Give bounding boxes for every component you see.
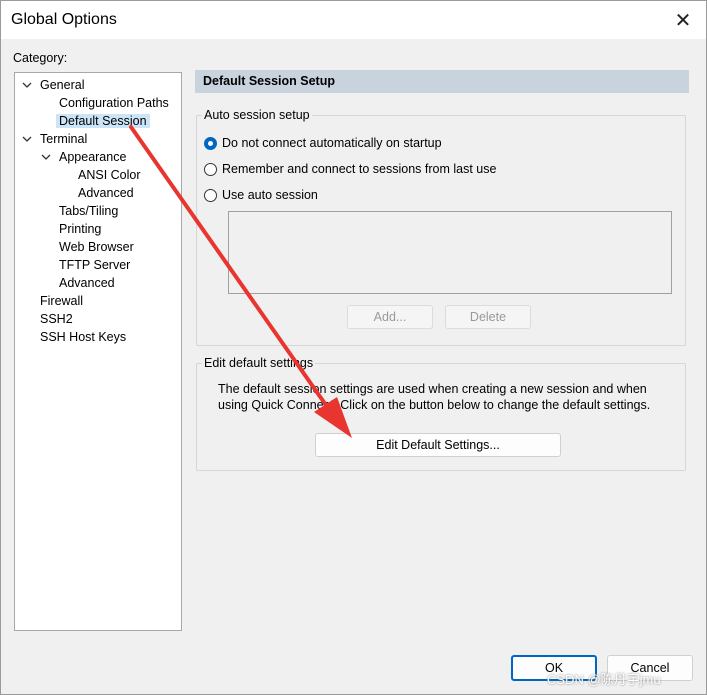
- section-header-title: Default Session Setup: [203, 74, 335, 88]
- tree-item-appearance[interactable]: Appearance: [59, 148, 126, 166]
- close-button[interactable]: ✕: [660, 1, 706, 39]
- tree-item-ansi-color[interactable]: ANSI Color: [78, 166, 141, 184]
- tree-item-tabs-tiling[interactable]: Tabs/Tiling: [59, 202, 118, 220]
- tree-item-label: ANSI Color: [78, 168, 141, 182]
- chevron-down-icon[interactable]: [21, 130, 33, 148]
- edit-default-settings-button[interactable]: Edit Default Settings...: [315, 433, 561, 457]
- auto-session-group-title: Auto session setup: [202, 108, 312, 122]
- tree-item-label: Appearance: [59, 150, 127, 164]
- radio-label: Do not connect automatically on startup: [222, 136, 442, 150]
- radio-label: Remember and connect to sessions from la…: [222, 162, 497, 176]
- window-title: Global Options: [11, 11, 117, 28]
- tree-item-label: Terminal: [40, 132, 88, 146]
- tree-item-general[interactable]: General: [40, 76, 84, 94]
- chevron-down-icon[interactable]: [40, 148, 52, 166]
- edit-default-settings-label: Edit Default Settings...: [376, 438, 500, 452]
- tree-item-firewall[interactable]: Firewall: [40, 292, 83, 310]
- watermark-text: CSDN @陈丹宇jmu: [547, 672, 661, 687]
- tree-item-default-session[interactable]: Default Session: [56, 112, 150, 130]
- radio-do-not-connect[interactable]: Do not connect automatically on startup: [204, 136, 442, 150]
- edit-defaults-group-title: Edit default settings: [202, 356, 316, 370]
- tree-item-label: Firewall: [40, 294, 84, 308]
- tree-item-label: TFTP Server: [59, 258, 131, 272]
- auto-session-list[interactable]: [228, 211, 672, 294]
- tree-item-terminal[interactable]: Terminal: [40, 130, 87, 148]
- tree-item-label: Printing: [59, 222, 102, 236]
- tree-item-label: SSH Host Keys: [40, 330, 127, 344]
- tree-item-label: Default Session: [56, 114, 150, 128]
- tree-item-terminal-advanced[interactable]: Advanced: [59, 274, 115, 292]
- add-button-label: Add...: [373, 310, 407, 324]
- tree-item-label: SSH2: [40, 312, 73, 326]
- tree-item-web-browser[interactable]: Web Browser: [59, 238, 134, 256]
- tree-item-label: Advanced: [59, 276, 115, 290]
- delete-button-label: Delete: [469, 310, 507, 324]
- tree-item-label: Configuration Paths: [59, 96, 169, 110]
- tree-item-ssh-host-keys[interactable]: SSH Host Keys: [40, 328, 126, 346]
- tree-item-label: General: [40, 78, 85, 92]
- radio-unchecked-icon: [204, 162, 217, 176]
- edit-defaults-description: The default session settings are used wh…: [218, 382, 651, 412]
- section-header: Default Session Setup: [195, 70, 689, 93]
- add-button[interactable]: Add...: [347, 305, 433, 329]
- tree-item-label: Tabs/Tiling: [59, 204, 119, 218]
- global-options-dialog: Global Options ✕ Category: General Confi…: [0, 0, 707, 695]
- tree-item-appearance-advanced[interactable]: Advanced: [78, 184, 134, 202]
- tree-item-tftp-server[interactable]: TFTP Server: [59, 256, 130, 274]
- radio-label: Use auto session: [222, 188, 318, 202]
- radio-use-auto-session[interactable]: Use auto session: [204, 188, 318, 202]
- tree-item-label: Advanced: [78, 186, 134, 200]
- tree-item-ssh2[interactable]: SSH2: [40, 310, 73, 328]
- tree-item-printing[interactable]: Printing: [59, 220, 101, 238]
- radio-remember-sessions[interactable]: Remember and connect to sessions from la…: [204, 162, 496, 176]
- radio-checked-icon: [204, 136, 217, 150]
- tree-item-configuration-paths[interactable]: Configuration Paths: [59, 94, 169, 112]
- title-bar: Global Options ✕: [1, 1, 706, 39]
- tree-item-label: Web Browser: [59, 240, 134, 254]
- radio-unchecked-icon: [204, 188, 217, 202]
- delete-button[interactable]: Delete: [445, 305, 531, 329]
- close-icon: ✕: [674, 9, 692, 32]
- chevron-down-icon[interactable]: [21, 76, 33, 94]
- category-tree[interactable]: General Configuration Paths Default Sess…: [14, 72, 182, 631]
- category-label: Category:: [13, 51, 68, 65]
